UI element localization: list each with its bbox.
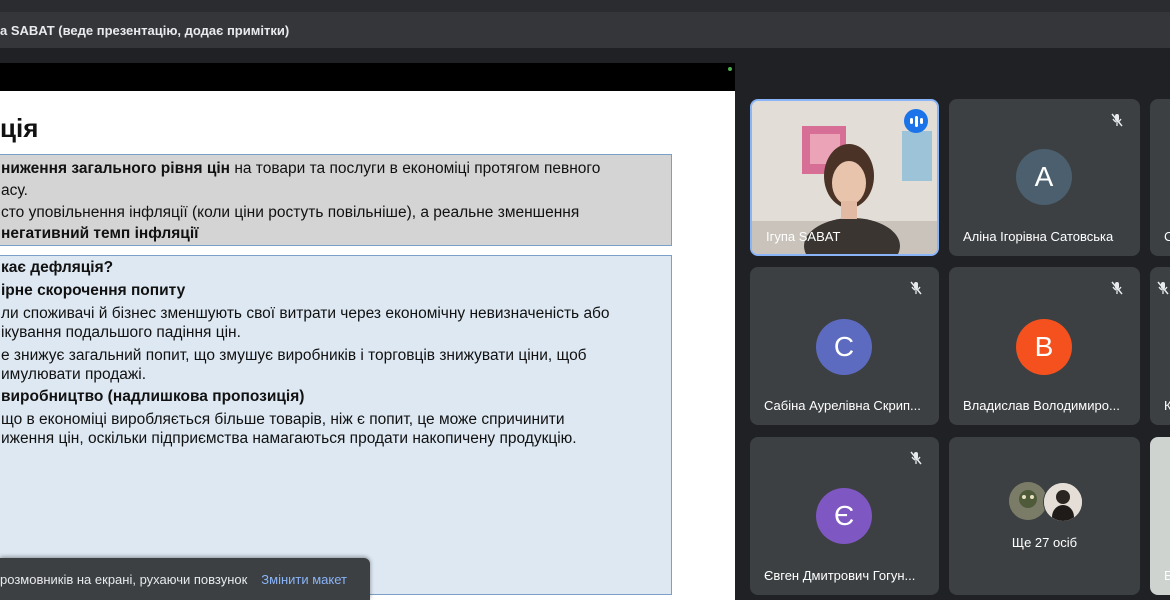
participant-tile[interactable]: C Сабіна Аурелівна Скрип...: [750, 267, 939, 425]
avatar: B: [1016, 319, 1072, 375]
cause-1-line-1: ли споживачі й бізнес зменшують свої вит…: [1, 305, 610, 322]
causes-heading: кає дефляція?: [1, 259, 114, 276]
more-participants-label: Ще 27 осіб: [1011, 535, 1078, 550]
participant-name-partial: Б: [1164, 568, 1170, 583]
avatar: C: [816, 319, 872, 375]
cause-1-line-2: ікування подальшого падіння цін.: [1, 324, 241, 341]
cause-2-line-2: иження цін, оскільки підприємства намага…: [1, 430, 577, 447]
participant-tile-partial[interactable]: С: [1150, 99, 1170, 256]
definition-box: ниження загального рівня цін на товари т…: [0, 154, 672, 246]
slide: ція ниження загального рівня цін на това…: [0, 91, 735, 600]
participant-name: Владислав Володимиро...: [963, 398, 1120, 413]
presenter-banner: а SABAT (веде презентацію, додає примітк…: [0, 12, 1170, 48]
participant-tile[interactable]: B Владислав Володимиро...: [949, 267, 1140, 425]
audio-level-icon: [904, 109, 928, 133]
causes-box: кає дефляція? ірне скорочення попиту ли …: [0, 255, 672, 595]
avatar: Є: [816, 488, 872, 544]
definition-line-3: сто уповільнення інфляції (коли ціни рос…: [1, 204, 580, 221]
presentation-area[interactable]: ція ниження загального рівня цін на това…: [0, 63, 735, 600]
cause-1-line-4: имулювати продажі.: [1, 366, 147, 383]
participant-name-partial: К: [1164, 398, 1170, 413]
change-layout-button[interactable]: Змінити макет: [261, 572, 347, 587]
more-participants-tile[interactable]: Ще 27 осіб: [949, 437, 1140, 595]
mic-off-icon: [1106, 109, 1128, 131]
top-strip: [0, 0, 1170, 12]
layout-toast: розмовників на екрані, рухаючи повзунок …: [0, 558, 370, 600]
mic-off-icon: [905, 277, 927, 299]
cause-2-line-1: що в економіці виробляється більше товар…: [1, 411, 565, 428]
mic-off-icon: [1152, 277, 1170, 299]
participant-name: Євген Дмитрович Гогун...: [764, 568, 916, 583]
participant-tile-partial[interactable]: К: [1150, 267, 1170, 425]
participant-tile[interactable]: Є Євген Дмитрович Гогун...: [750, 437, 939, 595]
participant-name: Сабіна Аурелівна Скрип...: [764, 398, 921, 413]
participant-tile[interactable]: A Аліна Ігорівна Сатовська: [949, 99, 1140, 256]
avatar: A: [1016, 149, 1072, 205]
presenter-banner-text: а SABAT (веде презентацію, додає примітк…: [0, 22, 290, 38]
participant-name: Ігупа SABAT: [766, 229, 841, 244]
mic-off-icon: [1106, 277, 1128, 299]
definition-line-1: ниження загального рівня цін на товари т…: [1, 160, 601, 177]
slide-title: ція: [0, 113, 39, 143]
participant-tile-speaker[interactable]: Ігупа SABAT: [750, 99, 939, 256]
definition-line-4: негативний темп інфляції: [1, 225, 199, 242]
avatar: [1043, 482, 1083, 522]
participant-name: Аліна Ігорівна Сатовська: [963, 229, 1114, 244]
definition-line-2: асу.: [1, 182, 28, 199]
participant-name-partial: С: [1164, 229, 1170, 244]
participant-tile-partial[interactable]: Б: [1150, 437, 1170, 595]
cause-2-heading: виробництво (надлишкова пропозиція): [1, 388, 305, 405]
avatar: [1009, 482, 1047, 520]
cause-1-heading: ірне скорочення попиту: [1, 282, 186, 299]
toast-message: розмовників на екрані, рухаючи повзунок: [0, 571, 248, 587]
status-dot: [728, 67, 732, 71]
mic-off-icon: [905, 447, 927, 469]
cause-1-line-3: е знижує загальний попит, що змушує виро…: [1, 347, 587, 364]
